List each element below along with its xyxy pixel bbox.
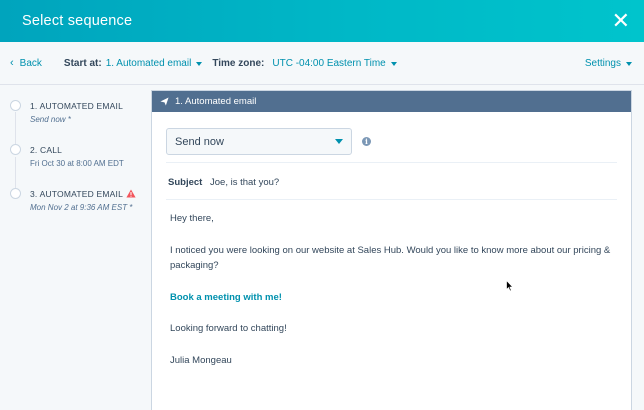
- step-item[interactable]: 3. AUTOMATED EMAIL Mon Nov 2 at 9:36 AM …: [0, 174, 150, 214]
- warning-icon: [126, 189, 136, 200]
- chevron-down-icon: [390, 61, 397, 66]
- meeting-link[interactable]: Book a meeting with me!: [170, 290, 620, 306]
- back-label: Back: [19, 57, 42, 69]
- timezone-dropdown[interactable]: UTC -04:00 Eastern Time: [272, 57, 397, 69]
- step-subtitle: Send now *: [30, 115, 71, 124]
- email-paragraph: I noticed you were looking on our websit…: [170, 244, 611, 272]
- email-step-card: 1. Automated email Send now i Subject Jo…: [151, 90, 632, 410]
- subject-field[interactable]: Joe, is that you?: [210, 177, 279, 188]
- start-at-label: Start at:: [63, 57, 102, 69]
- step-title-wrap: 3. AUTOMATED EMAIL: [30, 189, 136, 200]
- card-header: 1. Automated email: [152, 91, 631, 112]
- back-button[interactable]: ‹ Back: [10, 57, 42, 69]
- step-marker: [10, 100, 21, 111]
- subject-label: Subject: [168, 177, 203, 188]
- step-marker: [10, 144, 21, 155]
- paper-plane-icon: [160, 97, 169, 106]
- modal-header: Select sequence ✕: [0, 0, 644, 42]
- sequence-steps: 1. AUTOMATED EMAIL Send now * 2. CALL Fr…: [0, 86, 150, 410]
- step-item[interactable]: 1. AUTOMATED EMAIL Send now *: [0, 86, 150, 126]
- email-body-editor[interactable]: Hey there, I noticed you were looking on…: [170, 211, 620, 384]
- start-at-value: 1. Automated email: [105, 57, 192, 69]
- info-icon[interactable]: i: [362, 137, 371, 146]
- step-title: 3. AUTOMATED EMAIL: [30, 189, 124, 199]
- mouse-cursor-icon: [506, 279, 514, 297]
- timezone-label: Time zone:: [212, 57, 265, 69]
- chevron-down-icon: [335, 139, 343, 144]
- email-signature: Julia Mongeau: [170, 354, 232, 366]
- modal-title: Select sequence: [22, 13, 133, 29]
- chevron-left-icon: ‹: [10, 57, 14, 69]
- timezone-value: UTC -04:00 Eastern Time: [272, 57, 386, 69]
- settings-label: Settings: [584, 57, 621, 69]
- step-subtitle: Fri Oct 30 at 8:00 AM EDT: [30, 159, 124, 168]
- email-greeting: Hey there,: [170, 213, 214, 224]
- chevron-down-icon: [626, 61, 632, 66]
- toolbar: ‹ Back Start at: 1. Automated email Time…: [0, 42, 644, 85]
- divider: [166, 199, 617, 200]
- settings-dropdown[interactable]: Settings: [585, 58, 632, 69]
- step-marker: [10, 188, 21, 199]
- card-title: 1. Automated email: [175, 96, 257, 107]
- start-at-dropdown[interactable]: 1. Automated email: [106, 58, 203, 69]
- divider: [166, 162, 617, 163]
- step-title: 1. AUTOMATED EMAIL: [30, 101, 124, 111]
- step-item[interactable]: 2. CALL Fri Oct 30 at 8:00 AM EDT: [0, 130, 150, 170]
- close-icon[interactable]: ✕: [612, 10, 630, 32]
- send-timing-select[interactable]: Send now: [166, 128, 352, 155]
- step-title: 2. CALL: [30, 145, 63, 155]
- email-closing: Looking forward to chatting!: [170, 323, 287, 334]
- chevron-down-icon: [196, 61, 203, 66]
- send-timing-value: Send now: [175, 135, 224, 148]
- step-subtitle: Mon Nov 2 at 9:36 AM EST *: [30, 203, 133, 212]
